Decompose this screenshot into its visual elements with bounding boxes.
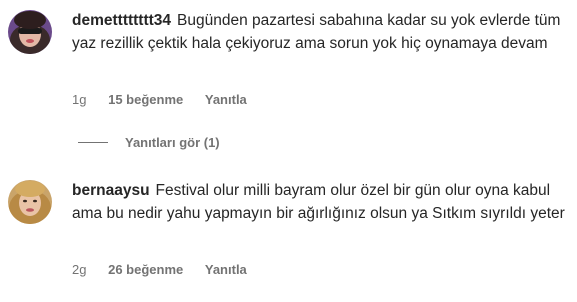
comment-likes[interactable]: 26 beğenme [108, 262, 183, 277]
comment: bernaaysu Festival olur milli bayram olur… [8, 170, 573, 290]
comment-likes[interactable]: 15 beğenme [108, 92, 183, 107]
reply-button[interactable]: Yanıtla [205, 262, 247, 277]
reply-button[interactable]: Yanıtla [205, 92, 247, 107]
comment-time[interactable]: 2g [72, 262, 86, 277]
comment-time[interactable]: 1g [72, 92, 86, 107]
view-replies-label[interactable]: Yanıtları gör (1) [125, 135, 220, 150]
comment-username[interactable]: demetttttttt34 [72, 12, 171, 29]
comment-meta: 1g 15 beğenme Yanıtla [72, 92, 265, 107]
comment: demetttttttt34 Bugünden pazartesi sabahın… [8, 0, 573, 120]
comment-meta: 2g 26 beğenme Yanıtla [72, 262, 265, 277]
avatar[interactable] [8, 180, 52, 224]
view-replies-button[interactable]: Yanıtları gör (1) [78, 135, 220, 150]
comment-username[interactable]: bernaaysu [72, 182, 150, 199]
avatar[interactable] [8, 10, 52, 54]
replies-divider [78, 142, 108, 143]
